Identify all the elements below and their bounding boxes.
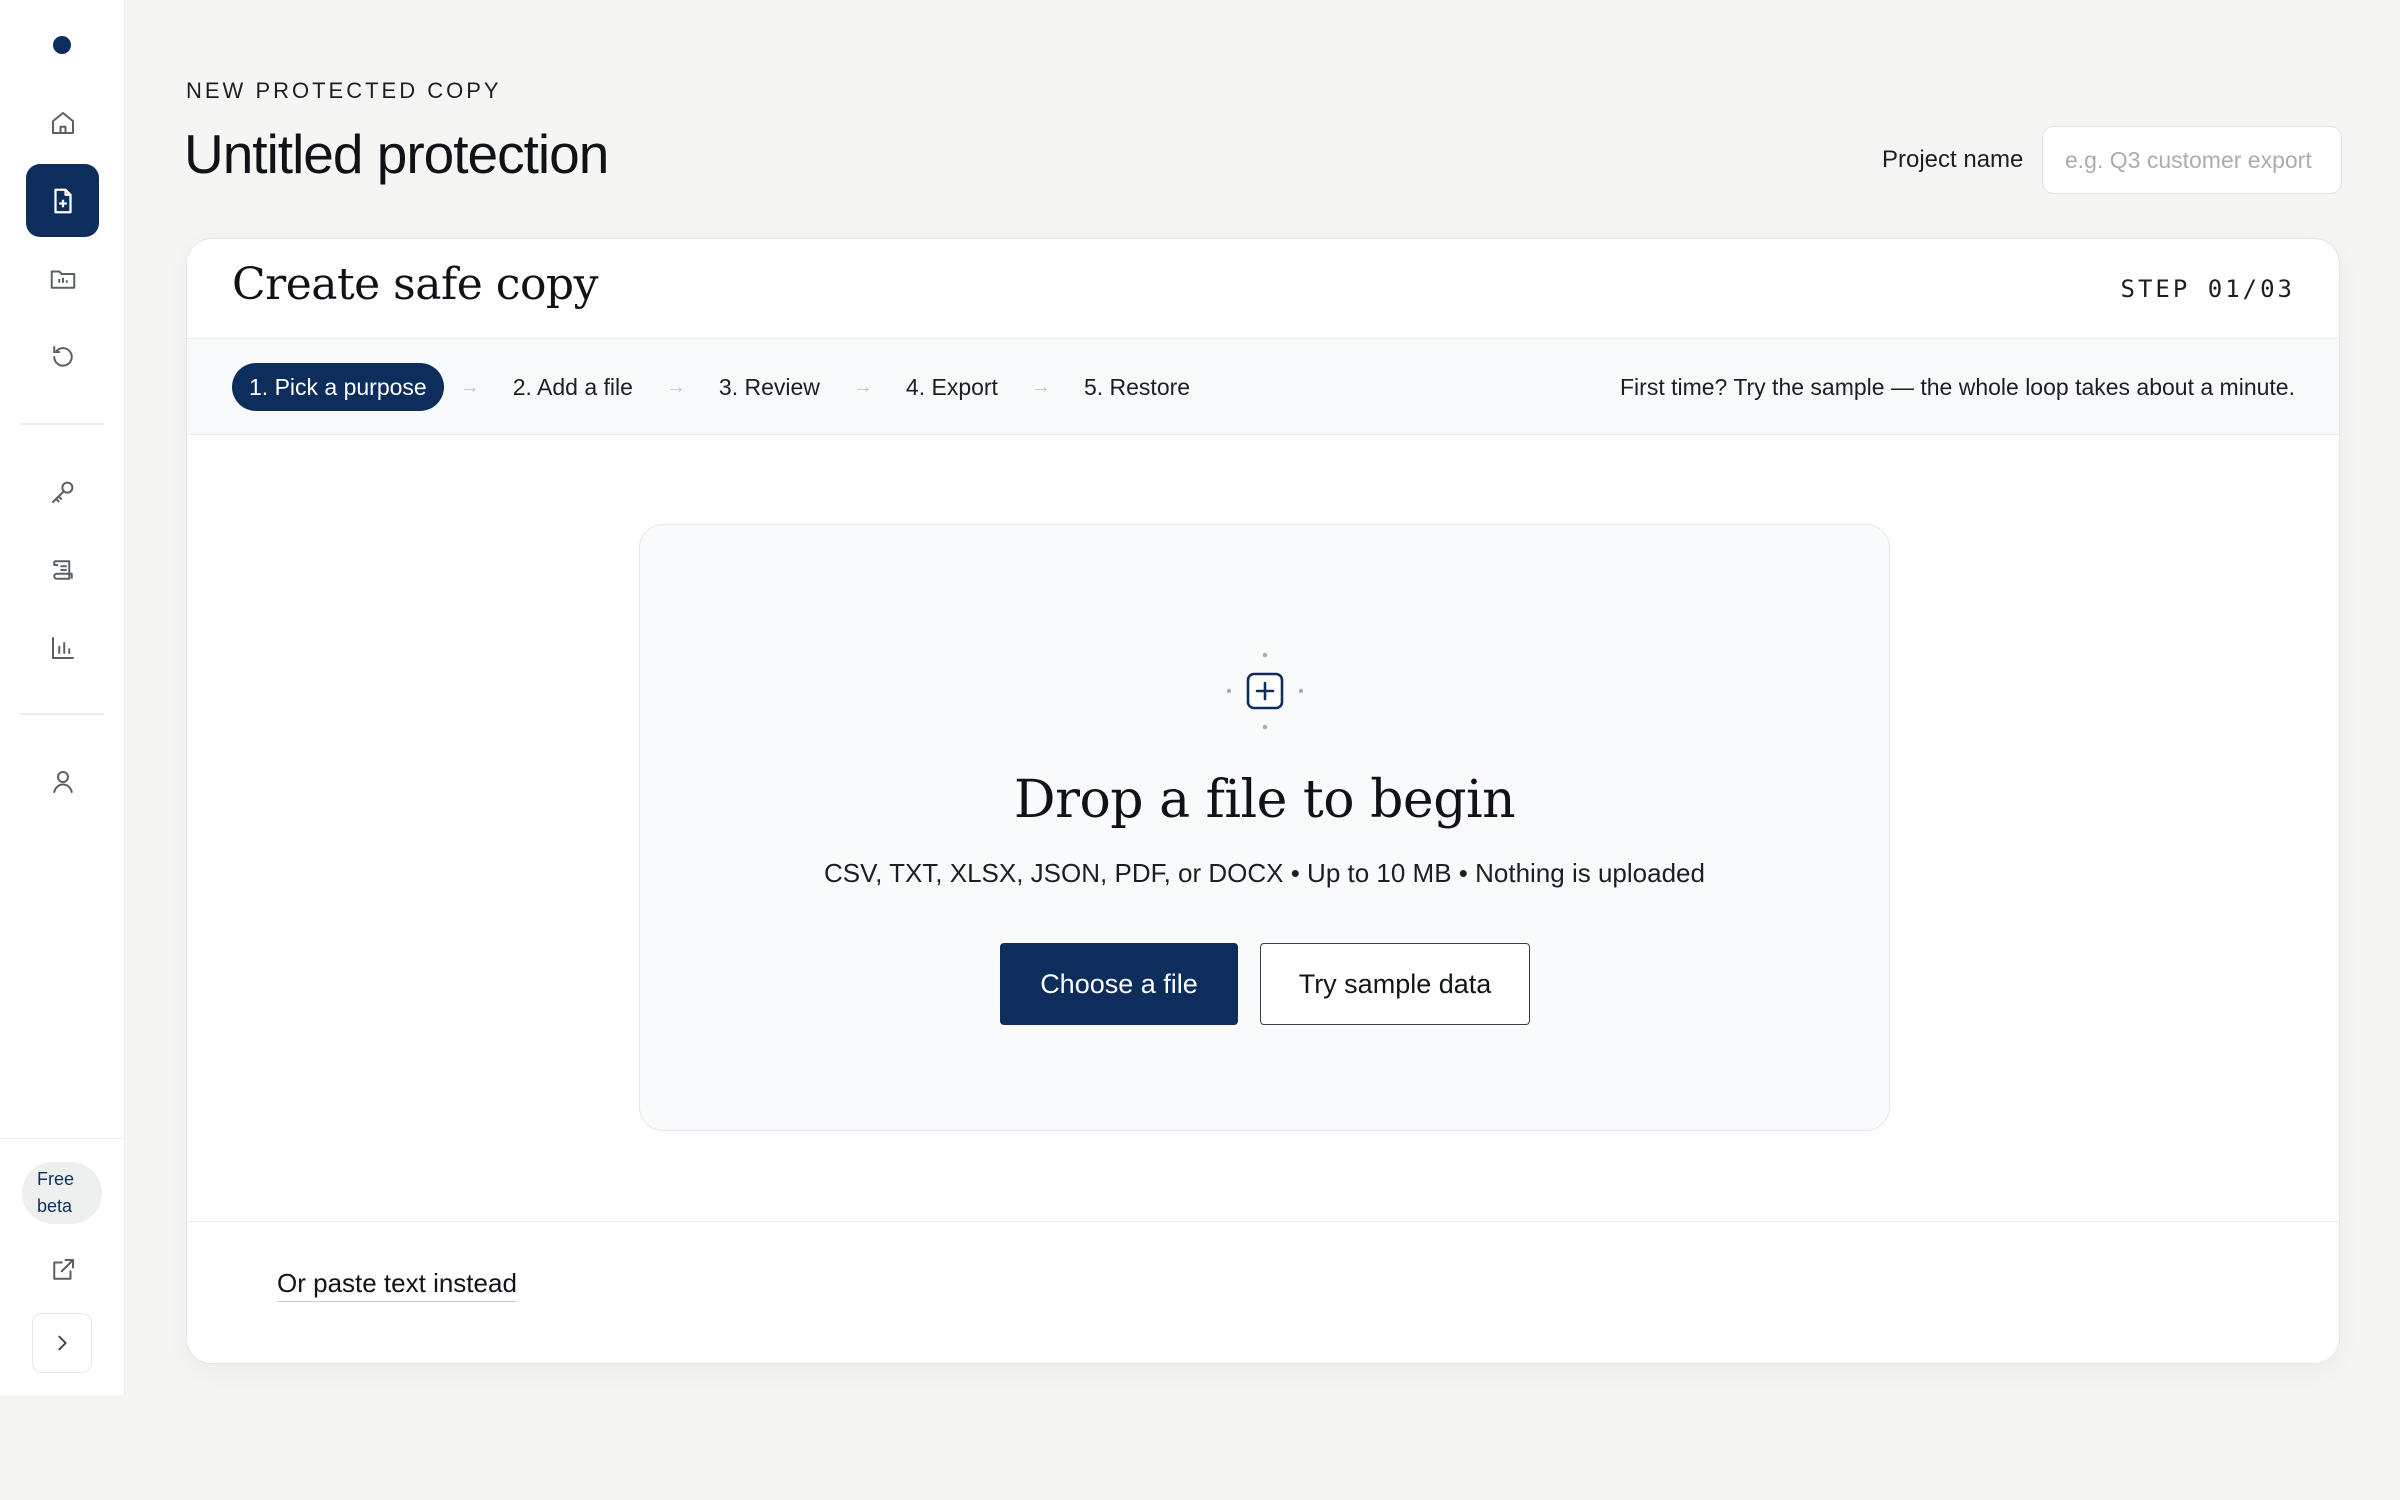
stepper: 1. Pick a purpose → 2. Add a file → 3. R… — [232, 363, 1207, 411]
scroll-icon — [52, 559, 73, 580]
sidebar-footer: Free beta — [0, 1138, 125, 1395]
nav-projects[interactable] — [26, 242, 99, 315]
step-counter: STEP 01/03 — [2120, 275, 2295, 303]
nav-history[interactable] — [26, 320, 99, 393]
project-name-label: Project name — [1882, 146, 2024, 173]
arrow-right-icon: → — [852, 375, 873, 398]
paste-text-link[interactable]: Or paste text instead — [277, 1268, 517, 1302]
card-header: Create safe copy STEP 01/03 — [187, 239, 2339, 339]
upload-plus-icon — [1226, 652, 1304, 730]
home-icon — [51, 111, 74, 134]
page-title: Untitled protection — [184, 123, 609, 185]
first-time-hint: First time? Try the sample — the whole l… — [1620, 374, 2295, 400]
nav-new-copy[interactable] — [26, 164, 99, 237]
chevron-right-icon — [58, 1335, 67, 1351]
folder-chart-icon — [50, 270, 75, 289]
bar-chart-icon — [51, 636, 74, 659]
nav-home[interactable] — [26, 86, 99, 159]
stepper-bar: 1. Pick a purpose → 2. Add a file → 3. R… — [187, 339, 2339, 435]
beta-badge-line1: Free — [37, 1169, 75, 1189]
card-title: Create safe copy — [232, 259, 598, 310]
step-pick-purpose[interactable]: 1. Pick a purpose — [232, 363, 444, 411]
try-sample-button[interactable]: Try sample data — [1260, 943, 1530, 1025]
nav-logs[interactable] — [26, 533, 99, 606]
choose-file-button[interactable]: Choose a file — [1000, 943, 1238, 1025]
dropzone-heading: Drop a file to begin — [1013, 770, 1516, 830]
external-link-icon — [52, 1258, 74, 1280]
restore-icon — [52, 345, 73, 367]
file-plus-icon — [53, 188, 72, 213]
step-restore[interactable]: 5. Restore — [1067, 363, 1207, 411]
logo-dot[interactable] — [53, 36, 71, 54]
beta-badge-line2: beta — [37, 1196, 73, 1216]
arrow-right-icon: → — [665, 375, 686, 398]
nav-analytics[interactable] — [26, 611, 99, 684]
user-icon — [52, 770, 73, 793]
step-export[interactable]: 4. Export — [889, 363, 1015, 411]
card-footer: Or paste text instead — [187, 1221, 2339, 1363]
beta-badge: Free beta — [22, 1162, 102, 1224]
sidebar-divider — [20, 713, 104, 715]
dropzone-subtext: CSV, TXT, XLSX, JSON, PDF, or DOCX • Up … — [824, 858, 1705, 888]
project-name-input[interactable] — [2042, 126, 2342, 194]
step-add-file[interactable]: 2. Add a file — [496, 363, 650, 411]
arrow-right-icon: → — [1030, 375, 1051, 398]
step-review[interactable]: 3. Review — [702, 363, 837, 411]
nav-account[interactable] — [26, 745, 99, 818]
page-eyebrow: NEW PROTECTED COPY — [186, 78, 502, 103]
sidebar: Free beta — [0, 0, 125, 1395]
key-icon — [51, 481, 73, 503]
create-safe-copy-card: Create safe copy STEP 01/03 1. Pick a pu… — [186, 238, 2340, 1364]
app-root: Free beta NEW PROTECTED COPY Untitled pr… — [0, 0, 2400, 1500]
file-dropzone[interactable]: Drop a file to begin CSV, TXT, XLSX, JSO… — [639, 524, 1890, 1131]
open-external-button[interactable] — [26, 1233, 99, 1306]
arrow-right-icon: → — [459, 375, 480, 398]
expand-sidebar-button[interactable] — [32, 1313, 92, 1373]
nav-keys[interactable] — [26, 455, 99, 528]
sidebar-divider — [20, 423, 104, 425]
